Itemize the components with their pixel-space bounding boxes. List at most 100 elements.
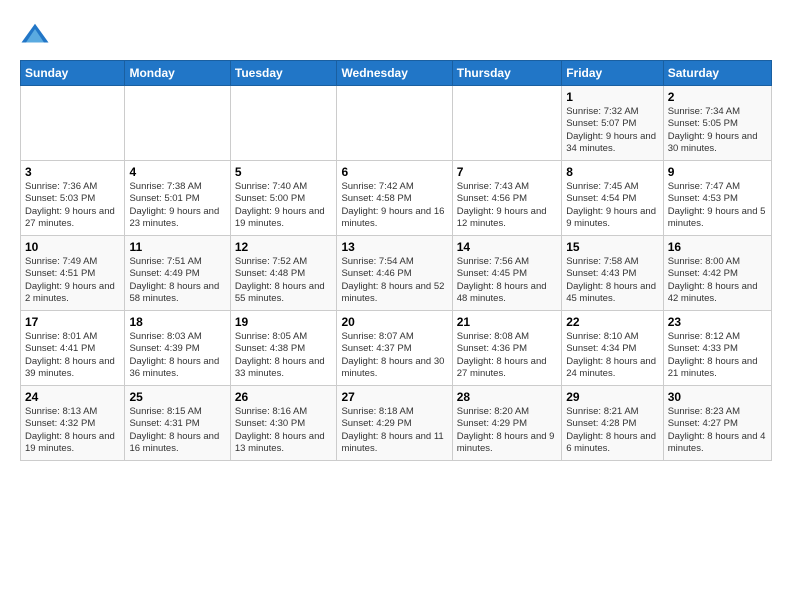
day-info: Sunrise: 7:58 AMSunset: 4:43 PMDaylight:… bbox=[566, 256, 658, 305]
day-cell: 26 Sunrise: 8:16 AMSunset: 4:30 PMDayligh… bbox=[230, 386, 337, 461]
day-cell bbox=[337, 86, 452, 161]
day-info: Sunrise: 7:34 AMSunset: 5:05 PMDaylight:… bbox=[668, 106, 767, 155]
day-info: Sunrise: 7:54 AMSunset: 4:46 PMDaylight:… bbox=[341, 256, 447, 305]
day-number: 28 bbox=[457, 390, 557, 404]
day-cell: 6 Sunrise: 7:42 AMSunset: 4:58 PMDaylight… bbox=[337, 161, 452, 236]
calendar-table: SundayMondayTuesdayWednesdayThursdayFrid… bbox=[20, 60, 772, 461]
day-cell: 14 Sunrise: 7:56 AMSunset: 4:45 PMDayligh… bbox=[452, 236, 561, 311]
day-info: Sunrise: 7:42 AMSunset: 4:58 PMDaylight:… bbox=[341, 181, 447, 230]
header bbox=[20, 20, 772, 50]
day-number: 25 bbox=[129, 390, 225, 404]
logo bbox=[20, 20, 54, 50]
day-cell: 27 Sunrise: 8:18 AMSunset: 4:29 PMDayligh… bbox=[337, 386, 452, 461]
day-info: Sunrise: 8:07 AMSunset: 4:37 PMDaylight:… bbox=[341, 331, 447, 380]
day-info: Sunrise: 7:38 AMSunset: 5:01 PMDaylight:… bbox=[129, 181, 225, 230]
day-number: 15 bbox=[566, 240, 658, 254]
day-cell: 5 Sunrise: 7:40 AMSunset: 5:00 PMDaylight… bbox=[230, 161, 337, 236]
day-number: 5 bbox=[235, 165, 333, 179]
header-sunday: Sunday bbox=[21, 61, 125, 86]
week-row-5: 24 Sunrise: 8:13 AMSunset: 4:32 PMDayligh… bbox=[21, 386, 772, 461]
day-number: 26 bbox=[235, 390, 333, 404]
day-info: Sunrise: 8:05 AMSunset: 4:38 PMDaylight:… bbox=[235, 331, 333, 380]
day-number: 19 bbox=[235, 315, 333, 329]
day-number: 18 bbox=[129, 315, 225, 329]
header-tuesday: Tuesday bbox=[230, 61, 337, 86]
day-cell: 12 Sunrise: 7:52 AMSunset: 4:48 PMDayligh… bbox=[230, 236, 337, 311]
day-cell bbox=[21, 86, 125, 161]
day-info: Sunrise: 8:18 AMSunset: 4:29 PMDaylight:… bbox=[341, 406, 447, 455]
day-info: Sunrise: 8:10 AMSunset: 4:34 PMDaylight:… bbox=[566, 331, 658, 380]
week-row-4: 17 Sunrise: 8:01 AMSunset: 4:41 PMDayligh… bbox=[21, 311, 772, 386]
day-info: Sunrise: 8:00 AMSunset: 4:42 PMDaylight:… bbox=[668, 256, 767, 305]
day-cell: 23 Sunrise: 8:12 AMSunset: 4:33 PMDayligh… bbox=[663, 311, 771, 386]
day-cell: 9 Sunrise: 7:47 AMSunset: 4:53 PMDaylight… bbox=[663, 161, 771, 236]
day-cell bbox=[125, 86, 230, 161]
day-number: 16 bbox=[668, 240, 767, 254]
day-info: Sunrise: 8:01 AMSunset: 4:41 PMDaylight:… bbox=[25, 331, 120, 380]
header-monday: Monday bbox=[125, 61, 230, 86]
day-info: Sunrise: 7:49 AMSunset: 4:51 PMDaylight:… bbox=[25, 256, 120, 305]
day-cell: 25Sunrise: 8:15 AMSunset: 4:31 PMDayligh… bbox=[125, 386, 230, 461]
day-number: 6 bbox=[341, 165, 447, 179]
day-info: Sunrise: 8:03 AMSunset: 4:39 PMDaylight:… bbox=[129, 331, 225, 380]
day-cell bbox=[452, 86, 561, 161]
day-info: Sunrise: 7:47 AMSunset: 4:53 PMDaylight:… bbox=[668, 181, 767, 230]
day-number: 22 bbox=[566, 315, 658, 329]
week-row-2: 3 Sunrise: 7:36 AMSunset: 5:03 PMDaylight… bbox=[21, 161, 772, 236]
day-info: Sunrise: 8:08 AMSunset: 4:36 PMDaylight:… bbox=[457, 331, 557, 380]
day-info: Sunrise: 7:40 AMSunset: 5:00 PMDaylight:… bbox=[235, 181, 333, 230]
day-info: Sunrise: 8:20 AMSunset: 4:29 PMDaylight:… bbox=[457, 406, 557, 455]
day-cell: 18 Sunrise: 8:03 AMSunset: 4:39 PMDayligh… bbox=[125, 311, 230, 386]
day-info: Sunrise: 8:21 AMSunset: 4:28 PMDaylight:… bbox=[566, 406, 658, 455]
day-cell: 28 Sunrise: 8:20 AMSunset: 4:29 PMDayligh… bbox=[452, 386, 561, 461]
day-cell: 21 Sunrise: 8:08 AMSunset: 4:36 PMDayligh… bbox=[452, 311, 561, 386]
day-number: 3 bbox=[25, 165, 120, 179]
day-info: Sunrise: 8:16 AMSunset: 4:30 PMDaylight:… bbox=[235, 406, 333, 455]
day-cell: 29 Sunrise: 8:21 AMSunset: 4:28 PMDayligh… bbox=[562, 386, 663, 461]
page: SundayMondayTuesdayWednesdayThursdayFrid… bbox=[0, 0, 792, 471]
day-number: 20 bbox=[341, 315, 447, 329]
header-thursday: Thursday bbox=[452, 61, 561, 86]
day-cell: 22 Sunrise: 8:10 AMSunset: 4:34 PMDayligh… bbox=[562, 311, 663, 386]
day-info: Sunrise: 7:45 AMSunset: 4:54 PMDaylight:… bbox=[566, 181, 658, 230]
day-number: 27 bbox=[341, 390, 447, 404]
day-number: 8 bbox=[566, 165, 658, 179]
day-number: 12 bbox=[235, 240, 333, 254]
day-number: 13 bbox=[341, 240, 447, 254]
day-info: Sunrise: 7:43 AMSunset: 4:56 PMDaylight:… bbox=[457, 181, 557, 230]
day-number: 7 bbox=[457, 165, 557, 179]
day-number: 14 bbox=[457, 240, 557, 254]
day-info: Sunrise: 7:32 AMSunset: 5:07 PMDaylight:… bbox=[566, 106, 658, 155]
day-info: Sunrise: 8:13 AMSunset: 4:32 PMDaylight:… bbox=[25, 406, 120, 455]
day-cell: 1 Sunrise: 7:32 AMSunset: 5:07 PMDaylight… bbox=[562, 86, 663, 161]
day-cell: 7 Sunrise: 7:43 AMSunset: 4:56 PMDaylight… bbox=[452, 161, 561, 236]
day-number: 17 bbox=[25, 315, 120, 329]
day-number: 2 bbox=[668, 90, 767, 104]
day-number: 29 bbox=[566, 390, 658, 404]
day-number: 9 bbox=[668, 165, 767, 179]
day-info: Sunrise: 7:56 AMSunset: 4:45 PMDaylight:… bbox=[457, 256, 557, 305]
week-row-1: 1 Sunrise: 7:32 AMSunset: 5:07 PMDaylight… bbox=[21, 86, 772, 161]
day-number: 21 bbox=[457, 315, 557, 329]
day-number: 1 bbox=[566, 90, 658, 104]
day-number: 24 bbox=[25, 390, 120, 404]
day-cell: 17 Sunrise: 8:01 AMSunset: 4:41 PMDayligh… bbox=[21, 311, 125, 386]
day-cell: 16 Sunrise: 8:00 AMSunset: 4:42 PMDayligh… bbox=[663, 236, 771, 311]
day-cell: 24 Sunrise: 8:13 AMSunset: 4:32 PMDayligh… bbox=[21, 386, 125, 461]
day-cell: 10Sunrise: 7:49 AMSunset: 4:51 PMDayligh… bbox=[21, 236, 125, 311]
day-info: Sunrise: 8:12 AMSunset: 4:33 PMDaylight:… bbox=[668, 331, 767, 380]
day-cell: 19 Sunrise: 8:05 AMSunset: 4:38 PMDayligh… bbox=[230, 311, 337, 386]
header-saturday: Saturday bbox=[663, 61, 771, 86]
header-wednesday: Wednesday bbox=[337, 61, 452, 86]
day-number: 23 bbox=[668, 315, 767, 329]
calendar-header-row: SundayMondayTuesdayWednesdayThursdayFrid… bbox=[21, 61, 772, 86]
day-info: Sunrise: 7:36 AMSunset: 5:03 PMDaylight:… bbox=[25, 181, 120, 230]
day-cell: 3 Sunrise: 7:36 AMSunset: 5:03 PMDaylight… bbox=[21, 161, 125, 236]
day-cell: 30Sunrise: 8:23 AMSunset: 4:27 PMDayligh… bbox=[663, 386, 771, 461]
day-cell: 20 Sunrise: 8:07 AMSunset: 4:37 PMDayligh… bbox=[337, 311, 452, 386]
day-info: Sunrise: 7:52 AMSunset: 4:48 PMDaylight:… bbox=[235, 256, 333, 305]
day-cell: 11Sunrise: 7:51 AMSunset: 4:49 PMDayligh… bbox=[125, 236, 230, 311]
day-info: Sunrise: 8:23 AMSunset: 4:27 PMDaylight:… bbox=[668, 406, 767, 455]
day-cell: 8 Sunrise: 7:45 AMSunset: 4:54 PMDaylight… bbox=[562, 161, 663, 236]
day-cell: 13 Sunrise: 7:54 AMSunset: 4:46 PMDayligh… bbox=[337, 236, 452, 311]
